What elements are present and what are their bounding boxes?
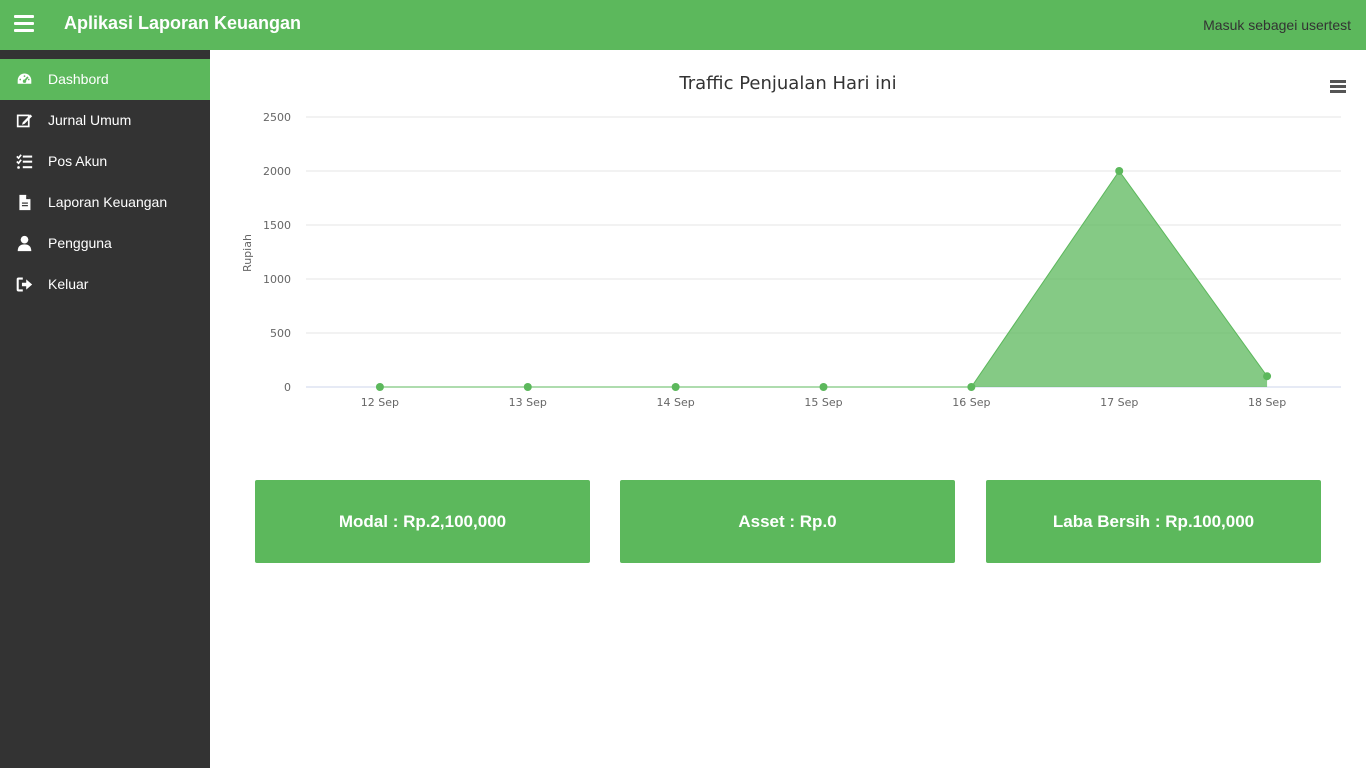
sidebar-item-label: Pengguna xyxy=(48,235,112,251)
modal-card: Modal : Rp.2,100,000 xyxy=(255,480,590,563)
tasks-icon xyxy=(16,153,33,170)
data-point[interactable] xyxy=(1263,372,1272,381)
x-tick-label: 15 Sep xyxy=(804,396,842,409)
sidebar-item-label: Jurnal Umum xyxy=(48,112,132,128)
main-content: Traffic Penjualan Hari ini Rupiah 0 500 10… xyxy=(210,50,1366,768)
app-title[interactable]: Aplikasi Laporan Keuangan xyxy=(64,13,301,34)
sidebar-item-jurnal-umum[interactable]: Jurnal Umum xyxy=(0,100,210,141)
data-point[interactable] xyxy=(523,383,532,391)
y-tick-label: 1500 xyxy=(263,219,291,232)
chart-y-axis-label: Rupiah xyxy=(241,234,254,272)
y-tick-label: 2000 xyxy=(263,165,291,178)
y-tick-label: 1000 xyxy=(263,273,291,286)
x-tick-label: 18 Sep xyxy=(1248,396,1286,409)
traffic-chart: Traffic Penjualan Hari ini Rupiah 0 500 10… xyxy=(210,50,1366,430)
data-point[interactable] xyxy=(819,383,828,391)
chart-svg: Traffic Penjualan Hari ini Rupiah 0 500 10… xyxy=(241,73,1341,409)
sidebar-item-pos-akun[interactable]: Pos Akun xyxy=(0,141,210,182)
edit-icon xyxy=(16,112,33,129)
x-tick-label: 12 Sep xyxy=(361,396,399,409)
data-point[interactable] xyxy=(671,383,680,391)
chart-title: Traffic Penjualan Hari ini xyxy=(678,73,896,94)
x-tick-label: 17 Sep xyxy=(1100,396,1138,409)
sidebar-item-keluar[interactable]: Keluar xyxy=(0,264,210,305)
user-info: Masuk sebagei usertest xyxy=(1203,17,1351,33)
data-point[interactable] xyxy=(375,383,384,391)
sidebar-item-label: Pos Akun xyxy=(48,153,108,169)
sidebar-item-label: Keluar xyxy=(48,276,89,292)
sidebar: Dashbord Jurnal Umum Pos Akun Laporan Ke… xyxy=(0,50,210,768)
dashboard-icon xyxy=(16,71,33,88)
data-point[interactable] xyxy=(1115,167,1124,175)
y-tick-label: 0 xyxy=(284,381,291,394)
x-tick-label: 16 Sep xyxy=(952,396,990,409)
sidebar-item-label: Dashbord xyxy=(48,71,109,87)
user-icon xyxy=(16,235,33,252)
top-navbar: Aplikasi Laporan Keuangan Masuk sebagei … xyxy=(0,0,1366,50)
file-icon xyxy=(16,194,33,211)
sidebar-item-dashboard[interactable]: Dashbord xyxy=(0,59,210,100)
asset-card: Asset : Rp.0 xyxy=(620,480,955,563)
sidebar-item-pengguna[interactable]: Pengguna xyxy=(0,223,210,264)
sidebar-item-label: Laporan Keuangan xyxy=(48,194,168,210)
data-point[interactable] xyxy=(967,383,976,391)
y-tick-label: 500 xyxy=(270,327,291,340)
sidebar-item-laporan-keuangan[interactable]: Laporan Keuangan xyxy=(0,182,210,223)
x-tick-label: 13 Sep xyxy=(509,396,547,409)
sign-out-icon xyxy=(16,276,33,293)
laba-bersih-card: Laba Bersih : Rp.100,000 xyxy=(986,480,1321,563)
summary-cards: Modal : Rp.2,100,000 Asset : Rp.0 Laba B… xyxy=(255,480,1321,563)
y-tick-label: 2500 xyxy=(263,111,291,124)
chart-context-menu-icon[interactable] xyxy=(1330,80,1346,94)
menu-toggle-icon[interactable] xyxy=(14,15,34,33)
x-tick-label: 14 Sep xyxy=(657,396,695,409)
